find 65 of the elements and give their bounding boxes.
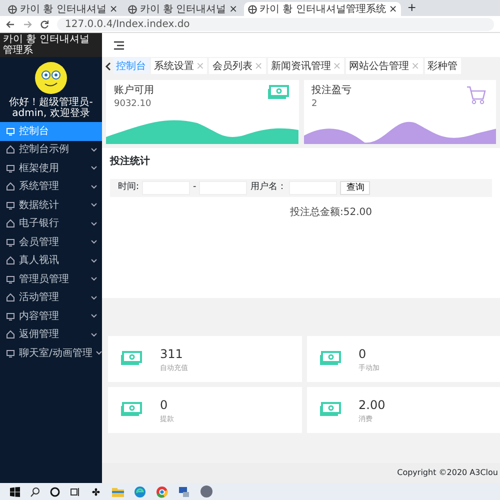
network-computer-icon[interactable] [178,486,190,498]
sidebar-item[interactable]: 系统管理 [0,178,102,196]
sidebar-item[interactable]: 会员管理 [0,233,102,252]
banknote-icon [318,351,340,367]
username-label: 用户名： [250,181,286,194]
banknote-icon [120,351,142,367]
banknote-icon [120,402,142,418]
footer-text: Copyright ©2020 A3Clou [102,463,500,483]
banknote-icon [318,402,340,418]
globe-icon [128,4,137,14]
sidebar-item[interactable]: 框架使用 [0,159,102,178]
page-tab[interactable]: 彩种管 [424,58,461,74]
sidebar-title: 카이 황 인터내셔널管理系 [0,33,102,57]
page-tab[interactable]: 系统设置 × [151,58,208,74]
sidebar-item[interactable]: 活动管理 [0,288,102,307]
address-field[interactable]: 127.0.0.4/Index.index.do [57,18,494,30]
windows-start-icon[interactable] [10,486,20,496]
chrome-icon[interactable] [156,486,168,498]
close-tab-button[interactable]: × [109,2,118,16]
avatar-icon [34,61,68,95]
page-tab[interactable]: 网站公告管理 × [346,58,423,74]
sidebar-item[interactable]: 返佣管理 [0,326,102,344]
time-label: 时间: [118,181,140,194]
task-view-icon[interactable] [70,486,80,496]
section-title: 投注统计 [110,154,151,169]
sidebar-item[interactable]: 数据统计 [0,196,102,214]
welcome-text: 你好！超级管理员-admin, 欢迎登录 [8,97,94,119]
page-tab[interactable]: 新闻资讯管理 × [268,58,344,74]
new-tab-button[interactable]: + [403,0,420,16]
browser-tab[interactable]: 카이 황 인터내셔널管理系统 × [244,2,402,16]
globe-icon [248,4,256,14]
cart-icon [466,85,486,105]
card-value: 2 [310,98,318,111]
close-tab-button[interactable]: × [388,2,398,16]
globe-icon [8,4,17,14]
browser-tab[interactable]: 카이 황 인터내셔널 × [124,2,242,16]
sidebar-item[interactable]: 聊天室/动画管理 [0,344,102,362]
sidebar-item[interactable]: 电子银行 [0,214,102,233]
range-separator: - [193,181,196,194]
chevron-left-icon[interactable] [105,62,111,70]
folder-icon[interactable] [112,486,124,497]
page-tab[interactable]: 会员列表 × [209,58,266,74]
bet-total-text: 投注总金额:52.00 [289,206,372,220]
card-value: 9032.10 [113,98,152,111]
circle-icon[interactable] [50,486,60,496]
sidebar-item[interactable]: 控制台示例 [0,140,102,159]
sidebar-item[interactable]: 内容管理 [0,307,102,326]
stat-value: 0 [358,346,368,363]
browser-tab[interactable]: 카이 황 인터내셔널 × [4,2,122,16]
banknote-icon [266,85,288,101]
fan-icon[interactable] [90,486,102,498]
close-tab-button[interactable]: × [229,2,238,16]
app-circle-icon[interactable] [200,485,213,498]
browser-icon[interactable] [134,486,146,498]
reload-icon[interactable] [40,20,49,28]
stat-value: 311 [160,346,184,363]
card-title: 账户可用 [113,84,155,98]
back-icon[interactable] [6,20,15,28]
card-title: 投注盈亏 [310,84,352,98]
query-button[interactable]: 查询 [340,181,370,195]
sidebar-item[interactable]: 真人视讯 [0,252,102,270]
stat-value: 0 [160,396,169,414]
search-icon[interactable] [30,486,40,496]
stat-value: 2.00 [358,396,386,414]
sidebar-item[interactable]: 管理员管理 [0,270,102,288]
